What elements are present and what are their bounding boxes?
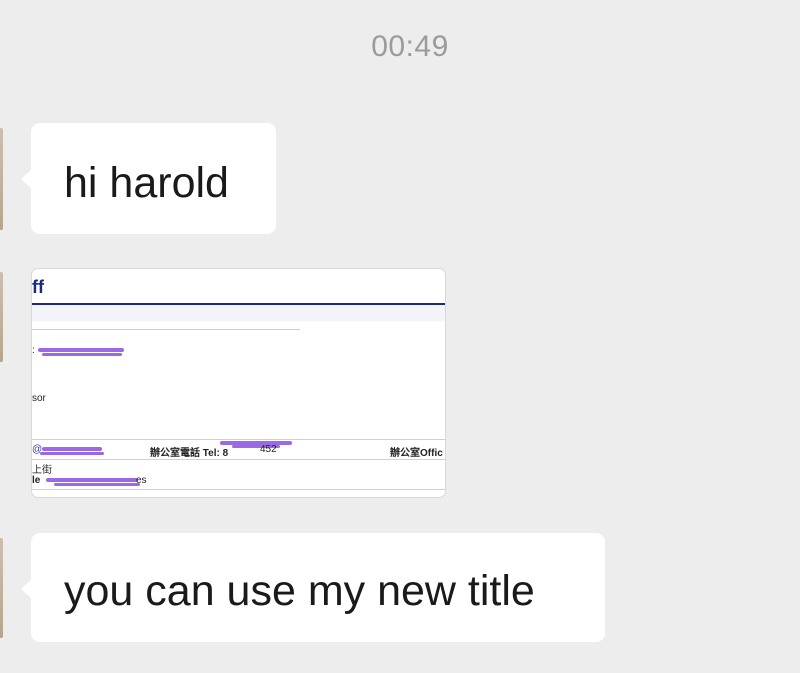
document-divider (32, 329, 300, 330)
document-rule (32, 459, 445, 460)
bubble-tail (21, 169, 32, 189)
document-office-label: 辦公室Offic (390, 448, 443, 459)
message-bubble[interactable]: hi harold (21, 123, 276, 234)
document-rule (32, 489, 445, 490)
image-message-thumbnail[interactable]: ff : sor @ 辦公室電話 Tel: 8 452 辦公室Offic 上街 … (31, 268, 446, 498)
document-title-fragment: sor (32, 393, 46, 404)
document-bottom-suffix: es (136, 475, 147, 486)
sender-avatar[interactable] (0, 272, 3, 362)
redaction-mark (40, 452, 104, 455)
redaction-mark (42, 353, 122, 356)
document-office-tel-suffix: 452 (260, 444, 277, 455)
document-rule (32, 439, 445, 440)
message-text: you can use my new title (64, 567, 535, 615)
redaction-mark (42, 447, 102, 451)
message-bubble[interactable]: you can use my new title (21, 533, 605, 642)
document-name-prefix: : (32, 345, 35, 356)
document-address-fragment: 上街 (32, 465, 52, 476)
document-header: ff (32, 269, 445, 305)
document-office-tel-label: 辦公室電話 Tel: 8 (150, 448, 229, 459)
sender-avatar[interactable] (0, 538, 3, 638)
sender-avatar[interactable] (0, 128, 3, 230)
message-timestamp: 00:49 (371, 30, 449, 63)
redaction-mark (46, 478, 138, 482)
bubble-tail (21, 579, 32, 599)
redaction-mark (54, 483, 140, 486)
redaction-mark (38, 348, 124, 352)
document-band (32, 305, 445, 321)
message-text: hi harold (64, 159, 229, 207)
document-bottom-prefix: le (32, 475, 41, 486)
document-header-text: ff (32, 277, 44, 297)
